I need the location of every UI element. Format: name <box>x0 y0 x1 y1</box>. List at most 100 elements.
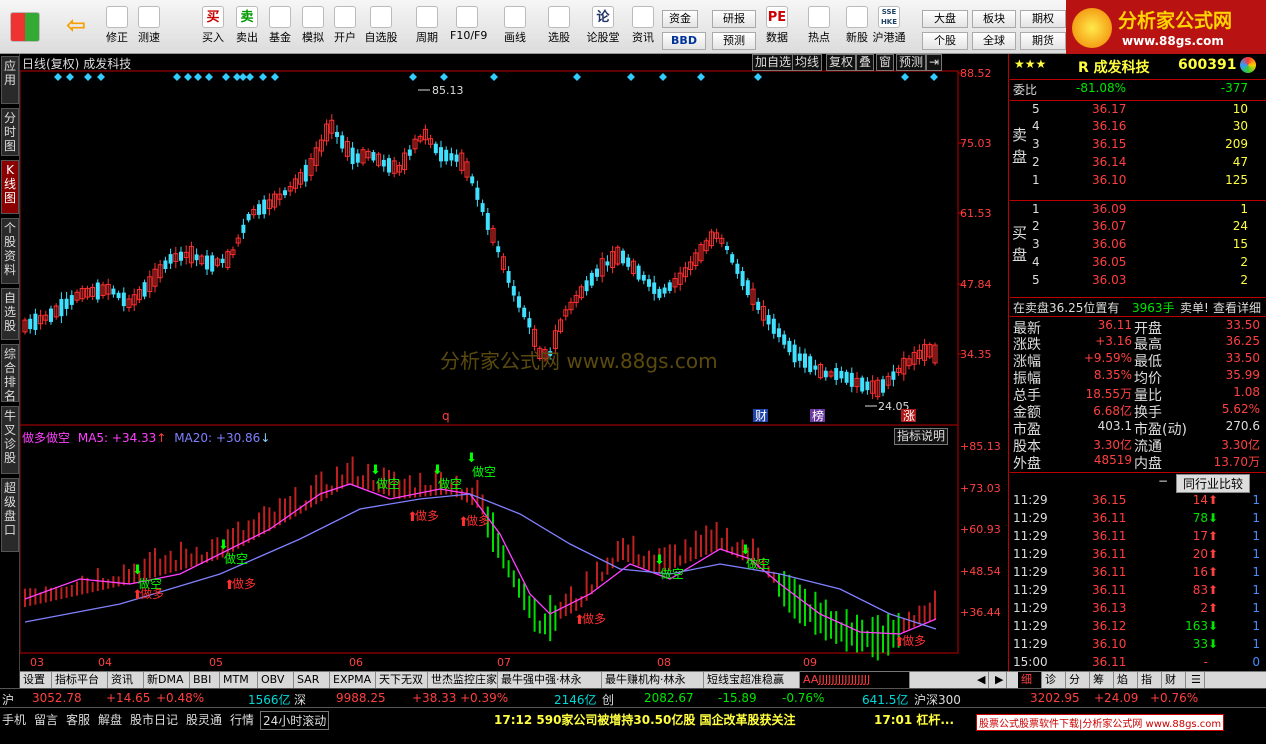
toolbar-hammer-button[interactable]: 模拟 <box>296 4 330 52</box>
event-diamond-icon[interactable] <box>239 73 247 81</box>
quote-tab-1[interactable]: 诊 <box>1042 672 1066 688</box>
order-notice-row[interactable]: 在卖盘36.25位置有 3963手 卖单! 查看详细 <box>1010 297 1266 315</box>
status-item-1[interactable]: 留言 <box>34 711 58 728</box>
toolbar-newstock-button[interactable]: 新股 <box>840 4 874 52</box>
ask-row[interactable]: 5 36.17 10 <box>1010 100 1266 118</box>
chart-button-4[interactable]: 窗 <box>876 54 895 71</box>
bid-row[interactable]: 1 36.09 1 <box>1010 200 1266 218</box>
event-diamond-icon[interactable] <box>627 73 635 81</box>
event-diamond-icon[interactable] <box>84 73 92 81</box>
toolbar-f10-button[interactable]: F10/F9 <box>450 4 487 52</box>
toolbar-clock-button[interactable]: 周期 <box>410 4 444 52</box>
pin-icon[interactable]: ⇥ <box>926 54 943 71</box>
indicator-tab-4[interactable]: BBI <box>190 672 220 688</box>
collapse-icon[interactable]: − <box>1158 474 1168 488</box>
toolbar-updown-arrow-button[interactable]: 修正 <box>100 4 134 52</box>
mini-button-0[interactable]: 资金 <box>662 10 698 28</box>
mini-button-8[interactable]: 全球 <box>972 32 1016 50</box>
event-diamond-icon[interactable] <box>754 73 762 81</box>
event-diamond-icon[interactable] <box>259 73 267 81</box>
left-tab-2[interactable]: K线图 <box>1 160 19 214</box>
event-diamond-icon[interactable] <box>222 73 230 81</box>
left-tab-5[interactable]: 综合排名 <box>1 344 19 403</box>
indicator-tab-2[interactable]: 资讯 <box>108 672 144 688</box>
quote-tab-2[interactable]: 分 <box>1066 672 1090 688</box>
event-diamond-icon[interactable] <box>97 73 105 81</box>
menu-icon[interactable]: ☰ <box>1188 672 1205 688</box>
status-item-5[interactable]: 股灵通 <box>186 711 222 728</box>
mini-button-2[interactable]: BBD <box>662 32 706 50</box>
left-tab-4[interactable]: 自选股 <box>1 288 19 340</box>
indicator-tab-1[interactable]: 指标平台 <box>52 672 108 688</box>
event-diamond-icon[interactable] <box>409 73 417 81</box>
ask-row[interactable]: 1 36.10 125 <box>1010 172 1266 190</box>
indicator-tab-11[interactable]: 最牛强中强·林永 <box>498 672 602 688</box>
indicator-tab-3[interactable]: 新DMA <box>144 672 190 688</box>
chart-button-5[interactable]: 预测 <box>896 54 927 71</box>
toolbar-lock-button[interactable]: 开户 <box>328 4 362 52</box>
indicator-tab-12[interactable]: 最牛赚机构·林永 <box>602 672 704 688</box>
event-diamond-icon[interactable] <box>901 73 909 81</box>
indicator-help-button[interactable]: 指标说明 <box>894 428 949 445</box>
event-diamond-icon[interactable] <box>659 73 667 81</box>
mini-button-6[interactable]: 期权 <box>1020 10 1066 28</box>
toolbar-windows-button[interactable] <box>5 4 45 52</box>
quote-tab-0[interactable]: 细 <box>1018 672 1042 688</box>
toolbar-pen-button[interactable]: 画线 <box>498 4 532 52</box>
quote-tab-3[interactable]: 筹 <box>1090 672 1114 688</box>
mini-button-4[interactable]: 大盘 <box>922 10 968 28</box>
event-marker[interactable]: 财 <box>755 409 767 423</box>
event-diamond-icon[interactable] <box>440 73 448 81</box>
indicator-tab-6[interactable]: OBV <box>258 672 294 688</box>
left-tab-7[interactable]: 超级盘口 <box>1 478 19 552</box>
chart-button-1[interactable]: 均线 <box>792 54 823 71</box>
quote-tab-5[interactable]: 指 <box>1138 672 1162 688</box>
toolbar-hot-button[interactable]: 热点 <box>802 4 836 52</box>
event-diamond-icon[interactable] <box>573 73 581 81</box>
left-tab-3[interactable]: 个股资料 <box>1 218 19 284</box>
event-diamond-icon[interactable] <box>54 73 62 81</box>
chart-button-0[interactable]: 加自选 <box>752 54 795 71</box>
toolbar-fund-button[interactable]: 基金 <box>263 4 297 52</box>
left-tab-6[interactable]: 牛叉诊股 <box>1 406 19 474</box>
chart-button-2[interactable]: 复权 <box>826 54 857 71</box>
scroll-right-icon[interactable]: ▶ <box>992 672 1008 688</box>
kline-chart-svg[interactable]: 88.52 75.03 61.53 47.84 34.35 +85.13 +73.03 +60… <box>20 54 1009 671</box>
event-marker[interactable]: 榜 <box>812 408 824 423</box>
toolbar-hk-button[interactable]: SSE HKE 沪港通 <box>872 4 906 52</box>
indicator-tab-7[interactable]: SAR <box>294 672 330 688</box>
toolbar-pe-button[interactable]: PE 数据 <box>760 4 794 52</box>
indicator-tab-0[interactable]: 设置 <box>20 672 52 688</box>
status-item-6[interactable]: 行情 <box>230 711 254 728</box>
left-tab-1[interactable]: 分时图 <box>1 108 19 156</box>
event-marker[interactable]: q <box>442 409 450 423</box>
news-ticker-2[interactable]: 17:01 杠杆... <box>874 711 954 728</box>
bid-row[interactable]: 3 36.06 15 <box>1010 236 1266 254</box>
event-diamond-icon[interactable] <box>490 73 498 81</box>
bid-row[interactable]: 5 36.03 2 <box>1010 272 1266 290</box>
mini-button-3[interactable]: 预测 <box>712 32 756 50</box>
status-item-2[interactable]: 客服 <box>66 711 90 728</box>
news-ticker-1[interactable]: 17:12 590家公司被增持30.50亿股 国企改革股获关注 <box>494 711 796 728</box>
mini-button-9[interactable]: 期货 <box>1020 32 1066 50</box>
event-diamond-icon[interactable] <box>930 73 938 81</box>
indicator-tab-5[interactable]: MTM <box>220 672 258 688</box>
event-diamond-icon[interactable] <box>205 73 213 81</box>
indicator-tab-9[interactable]: 天下无双 <box>376 672 428 688</box>
event-diamond-icon[interactable] <box>184 73 192 81</box>
event-diamond-icon[interactable] <box>66 73 74 81</box>
status-item-7[interactable]: 24小时滚动 <box>260 711 330 730</box>
industry-compare-button[interactable]: 同行业比较 <box>1176 474 1251 493</box>
toolbar-discuss-button[interactable]: 论论股堂 <box>586 4 620 52</box>
quote-tab-6[interactable]: 财 <box>1162 672 1186 688</box>
scroll-left-icon[interactable]: ◀ <box>974 672 990 688</box>
indicator-tab-13[interactable]: 短线宝超准稳赢 <box>704 672 800 688</box>
bid-row[interactable]: 2 36.07 24 <box>1010 218 1266 236</box>
event-diamond-icon[interactable] <box>697 73 705 81</box>
kline-chart-area[interactable]: 88.52 75.03 61.53 47.84 34.35 +85.13 +73.03 +60… <box>20 54 1009 671</box>
toolbar-select-button[interactable]: 选股 <box>542 4 576 52</box>
event-diamond-icon[interactable] <box>246 73 254 81</box>
chart-button-3[interactable]: 叠 <box>856 54 875 71</box>
status-item-4[interactable]: 股市日记 <box>130 711 178 728</box>
left-tab-0[interactable]: 应用 <box>1 56 19 104</box>
